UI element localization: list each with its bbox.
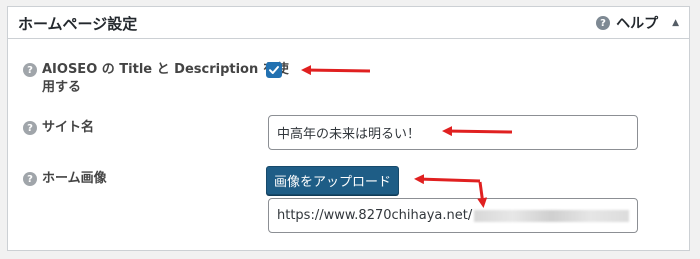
help-toggle[interactable]: ? ヘルプ ▲ [596, 13, 679, 33]
aioseo-label-cont: 用する [42, 80, 82, 95]
help-icon[interactable]: ? [23, 121, 37, 135]
site-name-input[interactable]: 中高年の未来は明るい！ [268, 115, 638, 150]
help-icon[interactable]: ? [596, 16, 611, 30]
home-image-url-input[interactable]: https://www.8270chihaya.net/ [268, 198, 638, 233]
aioseo-checkbox[interactable] [266, 62, 282, 78]
collapse-arrow-icon[interactable]: ▲ [672, 18, 679, 28]
checkmark-icon [269, 66, 279, 74]
blurred-url-segment [474, 209, 629, 222]
upload-image-button[interactable]: 画像をアップロード [266, 166, 399, 195]
help-icon[interactable]: ? [23, 63, 37, 77]
help-icon[interactable]: ? [23, 172, 37, 186]
home-image-url-value: https://www.8270chihaya.net/ [277, 208, 473, 223]
site-name-value: 中高年の未来は明るい！ [277, 127, 421, 142]
aioseo-label: AIOSEO の Title と Description を使 [42, 62, 289, 77]
panel-title: ホームページ設定 [18, 15, 138, 33]
panel-header: ホームページ設定 ? ヘルプ ▲ [8, 7, 689, 39]
site-name-label: サイト名 [42, 120, 95, 135]
help-link[interactable]: ヘルプ [616, 13, 658, 33]
home-image-label: ホーム画像 [42, 171, 107, 186]
